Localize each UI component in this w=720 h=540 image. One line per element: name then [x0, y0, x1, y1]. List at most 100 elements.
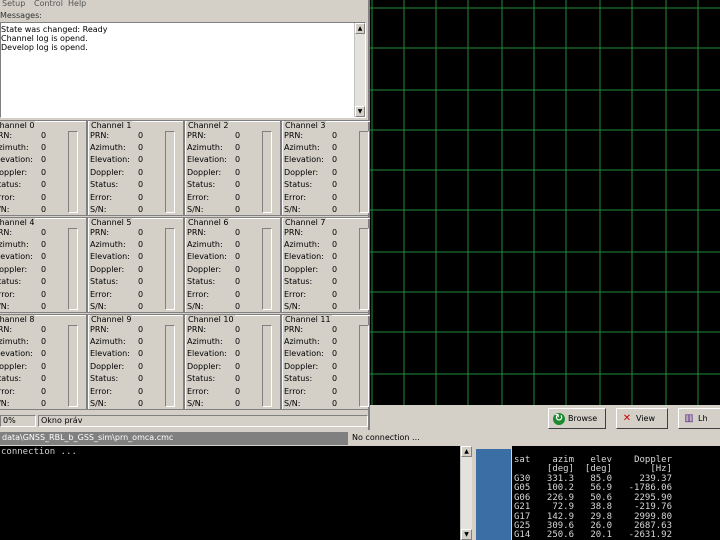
field-label: S/N: [0, 205, 10, 214]
scroll-down-arrow-icon[interactable]: ▼ [355, 106, 365, 117]
field-value: 0 [138, 349, 144, 358]
channel-panel: Channel 11 PRN: 0 Azimuth: 0 Elevation: 0 Doppl… [281, 314, 378, 410]
scroll-up-arrow-icon[interactable]: ▲ [355, 23, 365, 34]
field-value: 0 [332, 180, 338, 189]
field-value: 0 [235, 399, 241, 408]
field-value: 0 [41, 228, 47, 237]
field-value: 0 [138, 180, 144, 189]
channel-field: Elevation: 0 [187, 252, 257, 264]
table-units: [deg] [deg] [Hz] [514, 464, 714, 474]
field-label: Error: [0, 290, 16, 299]
field-value: 0 [235, 337, 241, 346]
field-label: S/N: [187, 399, 204, 408]
path-row: data\GNSS_RBL_b_GSS_sim\prn_omca.cmc No … [0, 431, 720, 446]
menu-control[interactable]: Control [34, 0, 63, 8]
field-value: 0 [41, 131, 47, 140]
menu-help[interactable]: Help [68, 0, 86, 8]
field-value: 0 [138, 337, 144, 346]
field-value: 0 [41, 193, 47, 202]
channel-field: PRN: 0 [90, 131, 160, 143]
messages-label: Messages: [0, 11, 42, 20]
third-button[interactable]: ▥ Lh [678, 408, 720, 429]
channel-field: Doppler: 0 [90, 265, 160, 277]
channel-title: Channel 0 [0, 121, 36, 130]
browse-button[interactable]: ↻ Browse [548, 408, 606, 429]
status-message: Okno práv [38, 415, 368, 427]
field-value: 0 [332, 131, 338, 140]
field-label: PRN: [0, 228, 13, 237]
channel-field: Azimuth: 0 [187, 337, 257, 349]
channel-field: S/N: 0 [284, 302, 354, 314]
signal-bar [165, 131, 175, 213]
field-value: 0 [235, 180, 241, 189]
channel-field: PRN: 0 [187, 131, 257, 143]
field-value: 0 [41, 155, 47, 164]
field-value: 0 [235, 277, 241, 286]
signal-bar [359, 131, 369, 213]
channel-field: Doppler: 0 [284, 265, 354, 277]
channel-title: Channel 3 [284, 121, 327, 130]
channel-field: Azimuth: 0 [90, 143, 160, 155]
status-progress: 0% [0, 415, 36, 427]
channel-field: Status: 0 [90, 374, 160, 386]
field-value: 0 [41, 265, 47, 274]
field-label: Elevation: [90, 155, 130, 164]
field-value: 0 [41, 240, 47, 249]
channel-field: Elevation: 0 [0, 252, 63, 264]
channel-title: Channel 8 [0, 315, 36, 324]
signal-bar [165, 228, 175, 310]
field-label: PRN: [187, 325, 207, 334]
channel-title: Channel 2 [187, 121, 230, 130]
field-label: PRN: [187, 131, 207, 140]
channel-field: Azimuth: 0 [0, 240, 63, 252]
field-value: 0 [235, 362, 241, 371]
field-value: 0 [235, 252, 241, 261]
field-label: Azimuth: [0, 240, 29, 249]
field-value: 0 [235, 374, 241, 383]
field-value: 0 [332, 168, 338, 177]
file-path-field[interactable]: data\GNSS_RBL_b_GSS_sim\prn_omca.cmc [0, 432, 348, 445]
channel-field: Elevation: 0 [187, 155, 257, 167]
channel-field: Azimuth: 0 [284, 337, 354, 349]
channel-field: Status: 0 [187, 180, 257, 192]
channel-field: Elevation: 0 [90, 349, 160, 361]
field-value: 0 [332, 387, 338, 396]
field-value: 0 [332, 252, 338, 261]
channel-field: Elevation: 0 [90, 252, 160, 264]
field-value: 0 [138, 277, 144, 286]
field-label: PRN: [284, 325, 304, 334]
field-label: Status: [90, 277, 119, 286]
scroll-up-arrow-icon[interactable]: ▲ [461, 446, 472, 457]
messages-box[interactable]: State was changed: Ready Channel log is … [0, 22, 366, 118]
channel-field: PRN: 0 [90, 325, 160, 337]
field-value: 0 [138, 168, 144, 177]
channel-field: Azimuth: 0 [284, 143, 354, 155]
table-cell: G14 [514, 530, 531, 540]
close-icon: ✕ [622, 412, 632, 424]
channel-field: PRN: 0 [0, 228, 63, 240]
console-scrollbar[interactable]: ▲ ▼ [460, 446, 472, 540]
field-label: Doppler: [0, 362, 28, 371]
field-label: Azimuth: [284, 337, 320, 346]
signal-bar [68, 131, 78, 213]
scroll-down-arrow-icon[interactable]: ▼ [461, 529, 472, 540]
field-value: 0 [138, 131, 144, 140]
channel-title: Channel 10 [187, 315, 235, 324]
menu-setup[interactable]: Setup [2, 0, 25, 8]
view-button[interactable]: ✕ View [616, 408, 668, 429]
field-value: 0 [138, 265, 144, 274]
button-bar: ↻ Browse ✕ View ▥ Lh [370, 405, 720, 431]
field-value: 0 [235, 302, 241, 311]
field-label: Status: [284, 180, 313, 189]
channel-title: Channel 11 [284, 315, 332, 324]
field-label: Error: [284, 193, 307, 202]
field-label: Error: [90, 193, 113, 202]
field-label: Elevation: [90, 349, 130, 358]
channel-title: Channel 6 [187, 218, 230, 227]
console-output[interactable]: connection ... [0, 446, 460, 540]
field-label: Status: [187, 374, 216, 383]
field-value: 0 [235, 265, 241, 274]
messages-scrollbar[interactable]: ▲ ▼ [354, 23, 365, 117]
table-cell: 250.6 [546, 530, 574, 540]
field-label: Status: [0, 374, 22, 383]
